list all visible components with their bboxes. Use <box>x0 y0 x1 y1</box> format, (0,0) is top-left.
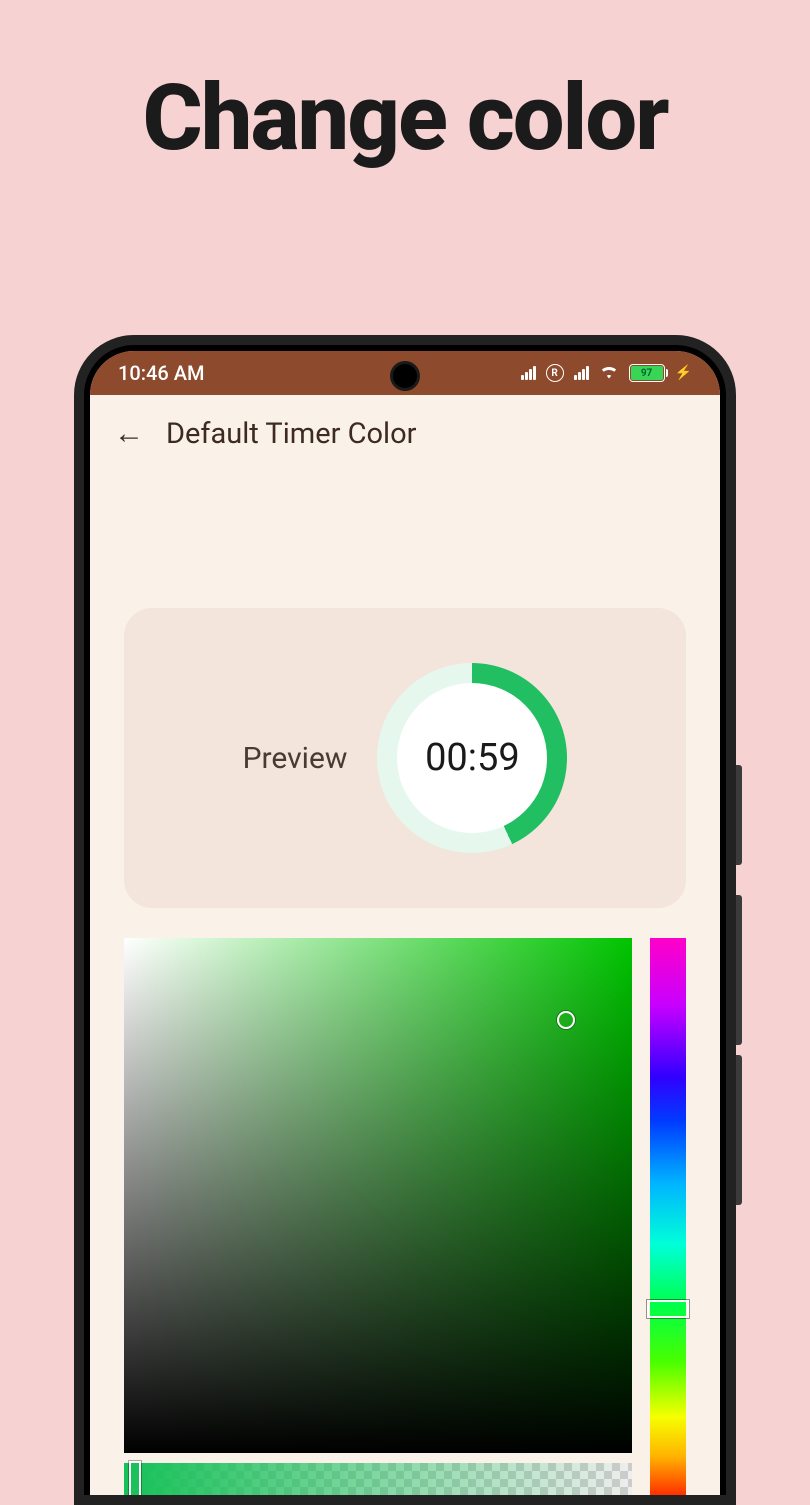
battery-icon: 97 <box>629 364 665 382</box>
app-bar: ← Default Timer Color <box>90 395 720 463</box>
page-title: Default Timer Color <box>166 417 416 451</box>
wifi-icon <box>599 361 619 385</box>
preview-card: Preview 00:59 <box>124 608 686 908</box>
signal-icon <box>521 366 536 380</box>
timer-value: 00:59 <box>397 683 547 833</box>
sv-thumb[interactable] <box>557 1011 575 1029</box>
charging-icon: ⚡ <box>675 365 692 381</box>
roaming-icon: R <box>546 364 564 382</box>
camera-cutout <box>390 361 420 391</box>
alpha-thumb[interactable] <box>129 1461 141 1495</box>
signal-icon <box>574 366 589 380</box>
timer-preview: 00:59 <box>377 663 567 853</box>
phone-frame: 10:46 AM R 97 ⚡ ← Default Timer Color <box>74 335 736 1505</box>
phone-side-button <box>736 895 742 1045</box>
hue-thumb[interactable] <box>647 1300 689 1318</box>
preview-label: Preview <box>243 741 348 776</box>
status-time: 10:46 AM <box>118 361 204 385</box>
phone-side-button <box>736 765 742 865</box>
hue-slider[interactable] <box>650 938 686 1495</box>
saturation-value-panel[interactable] <box>124 938 632 1453</box>
promo-title: Change color <box>0 65 810 172</box>
back-button[interactable]: ← <box>114 419 144 449</box>
phone-side-button <box>736 1055 742 1205</box>
alpha-slider[interactable] <box>124 1463 632 1495</box>
